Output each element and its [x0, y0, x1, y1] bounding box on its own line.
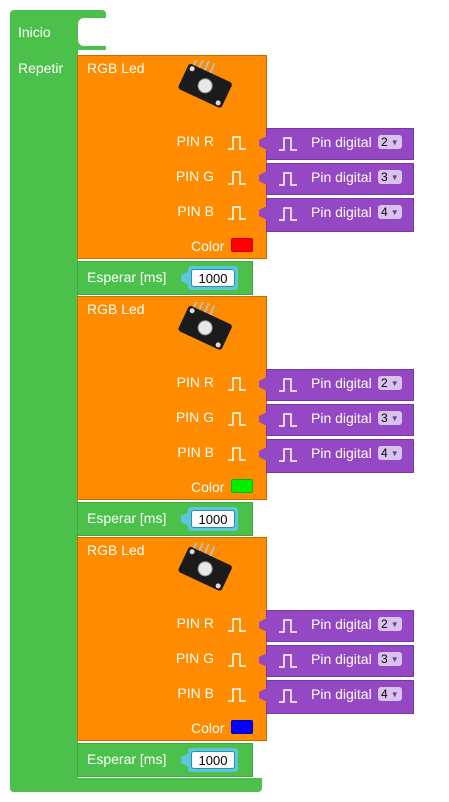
pulse-icon	[228, 206, 246, 220]
dropdown-arrow-icon: ▼	[390, 137, 399, 147]
dropdown-arrow-icon: ▼	[390, 207, 399, 217]
pulse-icon	[228, 136, 246, 150]
pulse-icon	[228, 447, 246, 461]
pin-digital-label: Pin digital	[311, 616, 372, 632]
puzzle-tab-icon	[259, 171, 267, 185]
pin-g-label: PIN G	[175, 650, 214, 666]
pin-r-label: PIN R	[176, 374, 214, 390]
pulse-icon	[228, 412, 246, 426]
pin-r-label: PIN R	[176, 133, 214, 149]
pin-digital-label: Pin digital	[311, 410, 372, 426]
puzzle-tab-icon	[259, 377, 267, 391]
pulse-icon	[279, 448, 297, 462]
pulse-icon	[279, 207, 297, 221]
puzzle-tab-icon	[259, 206, 267, 220]
rgb-led-title: RGB Led	[87, 60, 145, 76]
pin-b-label: PIN B	[177, 444, 214, 460]
pin-digital-label: Pin digital	[311, 686, 372, 702]
puzzle-tab-icon	[259, 653, 267, 667]
loop-label: Repetir	[18, 60, 64, 76]
puzzle-tab-icon	[259, 688, 267, 702]
pin-number-value: 3	[381, 411, 388, 425]
pin-number-value: 2	[381, 617, 388, 631]
pin-number-dropdown[interactable]: 4 ▼	[378, 687, 402, 701]
dropdown-arrow-icon: ▼	[390, 448, 399, 458]
pin-number-dropdown[interactable]: 3 ▼	[378, 652, 402, 666]
number-block[interactable]: 1000	[188, 748, 238, 772]
loop-bottom-cap	[10, 778, 262, 792]
puzzle-tab-icon	[259, 136, 267, 150]
wait-ms-input[interactable]: 1000	[191, 269, 235, 287]
pin-number-dropdown[interactable]: 3 ▼	[378, 170, 402, 184]
pulse-icon	[279, 378, 297, 392]
pin-digital-label: Pin digital	[311, 375, 372, 391]
color-label: Color	[191, 238, 225, 254]
pin-number-dropdown[interactable]: 4 ▼	[378, 205, 402, 219]
pin-b-label: PIN B	[177, 203, 214, 219]
pulse-icon	[279, 689, 297, 703]
pin-g-label: PIN G	[175, 168, 214, 184]
wait-label: Esperar [ms]	[87, 751, 167, 767]
pin-r-label: PIN R	[176, 615, 214, 631]
pin-number-dropdown[interactable]: 3 ▼	[378, 411, 402, 425]
pin-digital-label: Pin digital	[311, 651, 372, 667]
pin-number-dropdown[interactable]: 2 ▼	[378, 135, 402, 149]
pin-number-value: 4	[381, 446, 388, 460]
rgb-led-module-icon	[178, 60, 232, 108]
loop-block[interactable]	[10, 50, 78, 792]
wait-label: Esperar [ms]	[87, 269, 167, 285]
pin-number-dropdown[interactable]: 4 ▼	[378, 446, 402, 460]
rgb-led-module-icon	[178, 543, 232, 591]
rgb-led-title: RGB Led	[87, 301, 145, 317]
pulse-icon	[279, 137, 297, 151]
pulse-icon	[279, 619, 297, 633]
pin-number-value: 3	[381, 170, 388, 184]
pin-g-label: PIN G	[175, 409, 214, 425]
rgb-led-module-icon	[178, 302, 232, 350]
pin-number-value: 2	[381, 135, 388, 149]
rgb-led-title: RGB Led	[87, 542, 145, 558]
pin-number-dropdown[interactable]: 2 ▼	[378, 376, 402, 390]
pin-number-value: 4	[381, 205, 388, 219]
pin-digital-label: Pin digital	[311, 445, 372, 461]
dropdown-arrow-icon: ▼	[390, 378, 399, 388]
start-block-notch	[78, 18, 106, 46]
wait-ms-input[interactable]: 1000	[191, 751, 235, 769]
number-block[interactable]: 1000	[188, 507, 238, 531]
number-block[interactable]: 1000	[188, 266, 238, 290]
pin-b-label: PIN B	[177, 685, 214, 701]
dropdown-arrow-icon: ▼	[390, 654, 399, 664]
color-swatch-blue[interactable]	[231, 720, 253, 734]
puzzle-tab-icon	[259, 412, 267, 426]
dropdown-arrow-icon: ▼	[390, 172, 399, 182]
pin-digital-label: Pin digital	[311, 134, 372, 150]
pin-digital-label: Pin digital	[311, 169, 372, 185]
pin-digital-label: Pin digital	[311, 204, 372, 220]
pin-number-value: 3	[381, 652, 388, 666]
color-swatch-green[interactable]	[231, 479, 253, 493]
puzzle-tab-icon	[259, 618, 267, 632]
dropdown-arrow-icon: ▼	[390, 619, 399, 629]
pulse-icon	[228, 171, 246, 185]
pulse-icon	[228, 377, 246, 391]
color-swatch-red[interactable]	[231, 238, 253, 252]
color-label: Color	[191, 720, 225, 736]
puzzle-tab-icon	[259, 447, 267, 461]
wait-ms-input[interactable]: 1000	[191, 510, 235, 528]
pulse-icon	[228, 653, 246, 667]
pulse-icon	[279, 654, 297, 668]
pin-number-value: 2	[381, 376, 388, 390]
pulse-icon	[279, 172, 297, 186]
dropdown-arrow-icon: ▼	[390, 413, 399, 423]
color-label: Color	[191, 479, 225, 495]
wait-label: Esperar [ms]	[87, 510, 167, 526]
pulse-icon	[228, 688, 246, 702]
pin-number-value: 4	[381, 687, 388, 701]
pulse-icon	[279, 413, 297, 427]
pulse-icon	[228, 618, 246, 632]
pin-number-dropdown[interactable]: 2 ▼	[378, 617, 402, 631]
dropdown-arrow-icon: ▼	[390, 689, 399, 699]
start-label: Inicio	[18, 24, 51, 40]
